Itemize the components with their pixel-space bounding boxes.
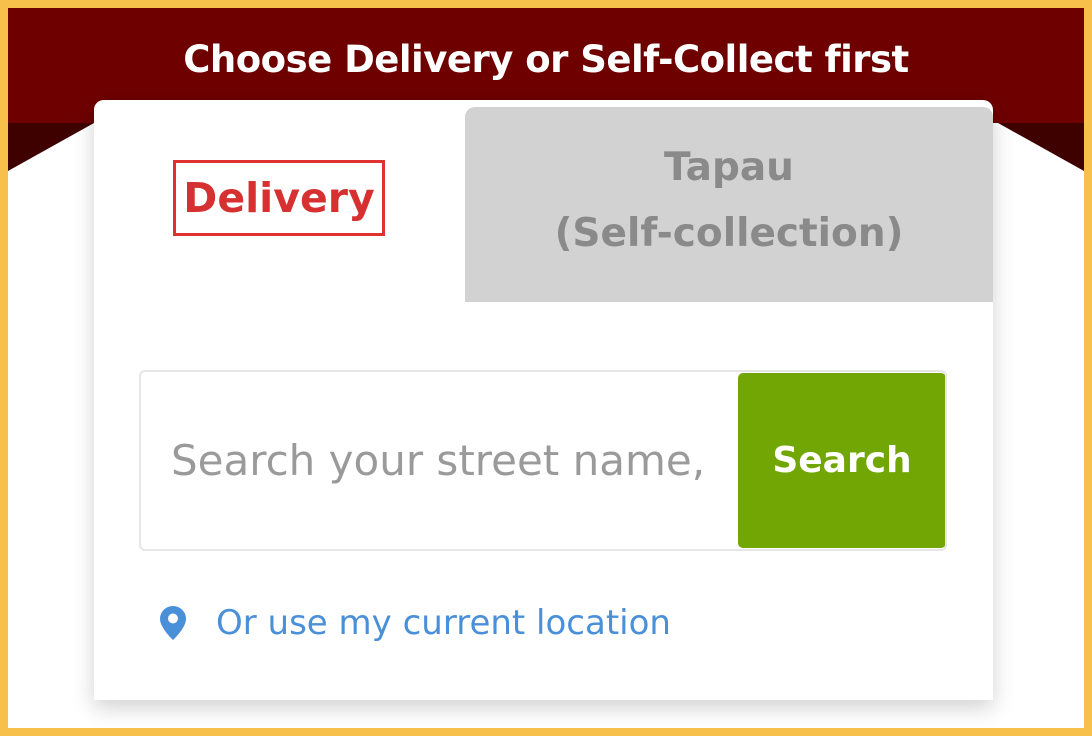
order-type-card: Delivery Tapau (Self-collection) Search … [94,100,993,700]
banner-fold-left [8,123,94,171]
banner-title: Choose Delivery or Self-Collect first [183,38,909,81]
use-current-location[interactable]: Or use my current location [160,598,671,648]
tab-delivery[interactable]: Delivery [94,100,460,295]
banner-fold-right [998,123,1084,171]
tab-tapau-sublabel: (Self-collection) [554,211,904,256]
tab-tapau-self-collection[interactable]: Tapau (Self-collection) [465,107,993,302]
tab-tapau-label: Tapau [664,145,794,190]
page-frame: Choose Delivery or Self-Collect first De… [8,8,1084,728]
map-pin-icon [160,606,186,640]
tab-delivery-label: Delivery [173,160,385,236]
current-location-link[interactable]: Or use my current location [216,603,671,643]
street-search-input[interactable] [141,372,737,549]
search-button[interactable]: Search [738,373,945,548]
address-search-box: Search [139,370,947,551]
